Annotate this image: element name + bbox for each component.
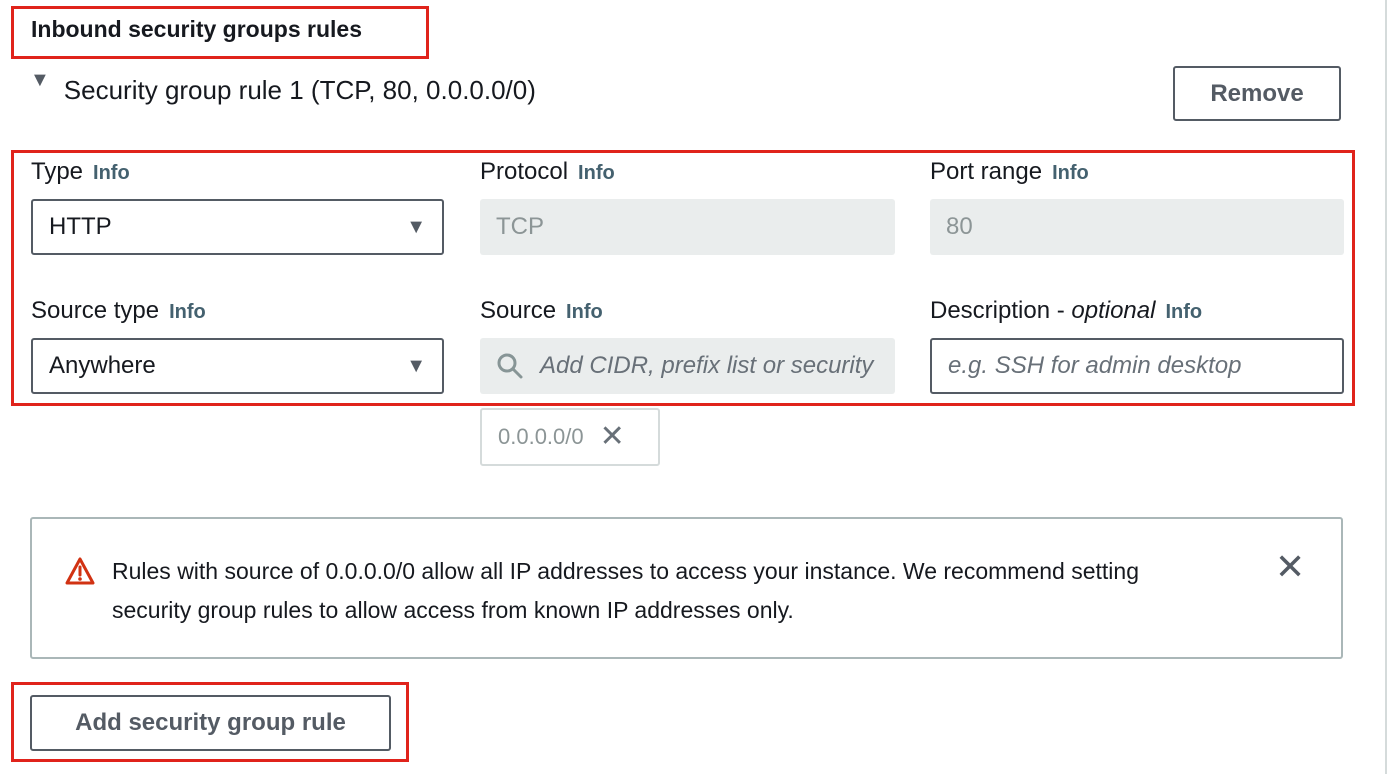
- rule-expander[interactable]: ▼ Security group rule 1 (TCP, 80, 0.0.0.…: [30, 68, 536, 112]
- type-select[interactable]: HTTP ▼: [31, 199, 444, 255]
- rule-title: Security group rule 1 (TCP, 80, 0.0.0.0/…: [63, 74, 536, 105]
- protocol-label-text: Protocol: [480, 158, 569, 185]
- source-label: Source Info: [480, 296, 603, 327]
- description-input[interactable]: e.g. SSH for admin desktop: [930, 338, 1344, 394]
- caret-down-icon: ▼: [406, 354, 426, 377]
- source-info-link[interactable]: Info: [566, 301, 603, 323]
- add-security-group-rule-button[interactable]: Add security group rule: [30, 695, 391, 751]
- description-optional-text: optional: [1071, 297, 1156, 324]
- protocol-field: TCP: [480, 199, 895, 255]
- source-type-label-text: Source type: [31, 297, 160, 324]
- type-select-value: HTTP: [49, 213, 112, 240]
- close-icon[interactable]: ✕: [1275, 549, 1305, 585]
- source-label-text: Source: [480, 297, 557, 324]
- alert-message: Rules with source of 0.0.0.0/0 allow all…: [112, 552, 1262, 630]
- type-info-link[interactable]: Info: [93, 162, 130, 184]
- description-info-link[interactable]: Info: [1165, 301, 1202, 323]
- source-type-info-link[interactable]: Info: [169, 301, 206, 323]
- alert-message-line-1: Rules with source of 0.0.0.0/0 allow all…: [112, 558, 1139, 584]
- close-icon[interactable]: ✕: [600, 422, 625, 452]
- description-placeholder: e.g. SSH for admin desktop: [948, 352, 1242, 379]
- type-label: Type Info: [31, 157, 130, 188]
- port-range-label-text: Port range: [930, 158, 1043, 185]
- type-label-text: Type: [31, 158, 84, 185]
- port-range-field: 80: [930, 199, 1344, 255]
- scrollbar-edge: [1385, 0, 1387, 774]
- protocol-value: TCP: [496, 213, 544, 240]
- protocol-label: Protocol Info: [480, 157, 615, 188]
- port-range-value: 80: [946, 213, 973, 240]
- source-type-select[interactable]: Anywhere ▼: [31, 338, 444, 394]
- description-label: Description - optional Info: [930, 296, 1202, 327]
- section-title: Inbound security groups rules: [31, 16, 362, 42]
- source-search-placeholder: Add CIDR, prefix list or security: [540, 352, 874, 379]
- source-token-value: 0.0.0.0/0: [498, 424, 584, 449]
- warning-alert: Rules with source of 0.0.0.0/0 allow all…: [30, 517, 1343, 659]
- caret-down-icon: ▼: [406, 215, 426, 238]
- warning-icon: [65, 557, 95, 585]
- description-label-text: Description -: [930, 297, 1072, 324]
- protocol-info-link[interactable]: Info: [578, 162, 615, 184]
- remove-button[interactable]: Remove: [1173, 66, 1341, 121]
- source-search-input[interactable]: Add CIDR, prefix list or security: [480, 338, 895, 394]
- source-type-label: Source type Info: [31, 296, 206, 327]
- caret-down-icon: ▼: [30, 69, 50, 91]
- port-range-info-link[interactable]: Info: [1052, 162, 1089, 184]
- port-range-label: Port range Info: [930, 157, 1089, 188]
- source-token: 0.0.0.0/0 ✕: [480, 408, 660, 466]
- alert-message-line-2: security group rules to allow access fro…: [112, 597, 794, 623]
- source-type-select-value: Anywhere: [49, 352, 156, 379]
- search-icon: [497, 353, 523, 379]
